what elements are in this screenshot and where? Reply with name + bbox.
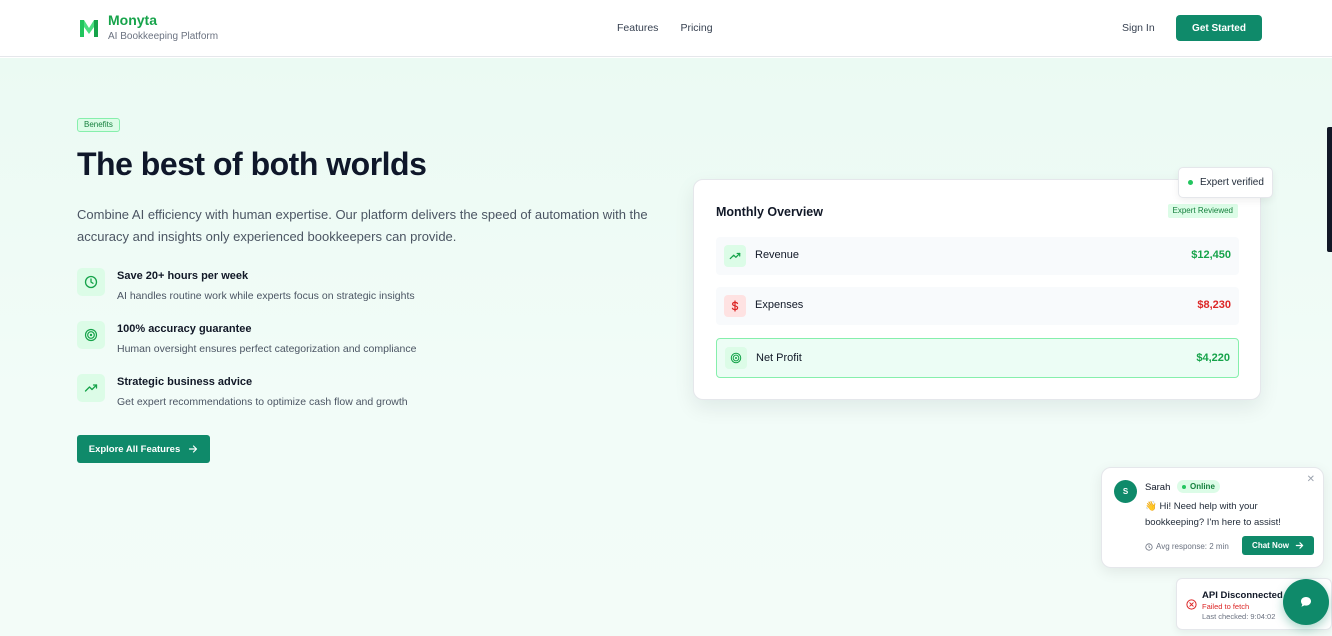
- net-profit-label: Net Profit: [756, 352, 802, 364]
- trending-up-icon: [724, 245, 746, 267]
- net-profit-row: Net Profit $4,220: [716, 338, 1239, 378]
- main-nav: Features Pricing: [617, 22, 713, 34]
- brand-name: Monyta: [108, 12, 157, 28]
- feature-subtitle: AI handles routine work while experts fo…: [117, 290, 415, 302]
- top-navbar: Monyta AI Bookkeeping Platform Features …: [0, 0, 1332, 57]
- arrow-right-icon: [1295, 542, 1304, 549]
- online-status-label: Online: [1190, 482, 1215, 491]
- chat-now-label: Chat Now: [1252, 541, 1289, 550]
- status-dot-icon: [1188, 180, 1193, 185]
- chat-launcher-button[interactable]: [1283, 579, 1329, 625]
- online-status-badge: Online: [1177, 480, 1220, 493]
- side-scroll-tab[interactable]: [1327, 127, 1332, 252]
- avatar: S: [1114, 480, 1137, 503]
- error-circle-icon: [1186, 599, 1197, 610]
- arrow-right-icon: [189, 445, 198, 453]
- benefits-badge: Benefits: [77, 118, 120, 132]
- revenue-label: Revenue: [755, 249, 800, 261]
- revenue-value: $12,450: [1191, 249, 1231, 261]
- trending-up-icon: [77, 374, 105, 402]
- monthly-overview-card: Monthly Overview Expert Reviewed Revenue…: [693, 179, 1261, 400]
- target-icon: [77, 321, 105, 349]
- chat-now-button[interactable]: Chat Now: [1242, 536, 1314, 555]
- wave-emoji-icon: 👋: [1145, 501, 1157, 512]
- clock-icon: [1145, 542, 1153, 551]
- revenue-row: Revenue $12,450: [716, 237, 1239, 275]
- feature-title: Save 20+ hours per week: [117, 270, 249, 282]
- expert-reviewed-badge: Expert Reviewed: [1167, 204, 1238, 218]
- status-dot-icon: [1182, 484, 1186, 489]
- api-error-text: Failed to fetch: [1202, 602, 1250, 611]
- hero-title: The best of both worlds: [77, 146, 427, 182]
- feature-title: 100% accuracy guarantee: [117, 323, 252, 335]
- card-title: Monthly Overview: [716, 205, 823, 219]
- dollar-icon: [724, 295, 746, 317]
- avg-response: Avg response: 2 min: [1145, 542, 1229, 551]
- expert-verified-label: Expert verified: [1200, 177, 1264, 188]
- chat-bubble-icon: [1301, 597, 1311, 607]
- target-icon: [725, 347, 747, 369]
- expenses-row: Expenses $8,230: [716, 287, 1239, 325]
- avg-response-text: Avg response: 2 min: [1156, 542, 1229, 551]
- explore-features-button[interactable]: Explore All Features: [77, 435, 210, 463]
- expenses-value: $8,230: [1197, 299, 1231, 311]
- nav-pricing-link[interactable]: Pricing: [680, 22, 712, 34]
- clock-icon: [77, 268, 105, 296]
- expenses-label: Expenses: [755, 299, 804, 311]
- api-last-checked: Last checked: 9:04:02: [1202, 612, 1276, 621]
- api-status-title: API Disconnected: [1202, 590, 1283, 601]
- feature-title: Strategic business advice: [117, 376, 253, 388]
- brand-tagline: AI Bookkeeping Platform: [108, 31, 219, 42]
- chat-message: 👋 Hi! Need help with your bookkeeping? I…: [1145, 499, 1295, 531]
- get-started-button[interactable]: Get Started: [1176, 15, 1262, 41]
- feature-subtitle: Human oversight ensures perfect categori…: [117, 343, 417, 355]
- chat-message-text: Hi! Need help with your bookkeeping? I'm…: [1145, 501, 1281, 528]
- monyta-logo-icon: [80, 20, 98, 37]
- net-profit-value: $4,220: [1196, 352, 1230, 364]
- close-icon[interactable]: ✕: [1307, 474, 1315, 485]
- feature-subtitle: Get expert recommendations to optimize c…: [117, 396, 408, 408]
- nav-features-link[interactable]: Features: [617, 22, 658, 34]
- brand[interactable]: Monyta AI Bookkeeping Platform: [79, 12, 218, 43]
- sign-in-link[interactable]: Sign In: [1122, 22, 1155, 34]
- hero-description: Combine AI efficiency with human experti…: [77, 207, 648, 244]
- expert-verified-tag: Expert verified: [1178, 167, 1273, 198]
- explore-features-label: Explore All Features: [88, 443, 181, 455]
- agent-name: Sarah: [1145, 482, 1171, 493]
- chat-popup: S Sarah Online ✕ 👋 Hi! Need help with yo…: [1101, 467, 1324, 568]
